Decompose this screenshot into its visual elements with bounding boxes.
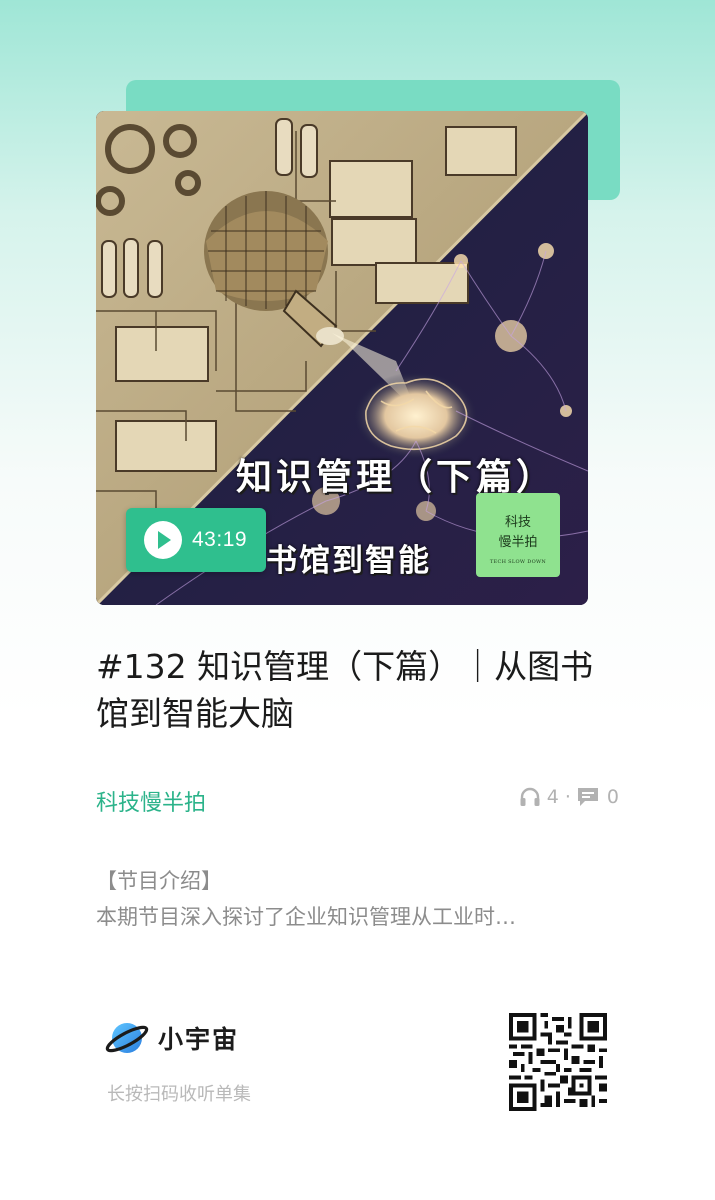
badge-line2: 慢半拍 — [498, 535, 538, 550]
badge-line1: 科技 — [504, 515, 531, 530]
stats-separator: · — [564, 786, 571, 808]
app-logo: 小宇宙 — [104, 1018, 239, 1058]
cover-title-line2: 书馆到智能 — [266, 543, 431, 579]
episode-title: #132 知识管理（下篇）｜从图书馆到智能大脑 — [96, 647, 594, 733]
qr-code[interactable] — [509, 1013, 607, 1111]
scan-hint: 长按扫码收听单集 — [107, 1084, 251, 1105]
episode-cover[interactable]: 知识管理（下篇） 书馆到智能 43:19 科技 慢半拍 TECH SLOW DO… — [96, 111, 588, 605]
intro-body: 本期节目深入探讨了企业知识管理从工业时… — [96, 905, 516, 929]
badge-subtitle: TECH SLOW DOWN — [489, 559, 547, 565]
listen-count: 4 — [546, 786, 559, 808]
play-icon[interactable] — [144, 521, 182, 559]
podcast-badge: 科技 慢半拍 TECH SLOW DOWN — [476, 493, 560, 577]
intro-heading: 【节目介绍】 — [96, 869, 222, 893]
app-name: 小宇宙 — [158, 1025, 240, 1054]
comment-count: 0 — [606, 786, 619, 808]
headphones-icon — [520, 787, 540, 806]
play-button[interactable]: 43:19 — [126, 508, 266, 572]
episode-duration: 43:19 — [192, 528, 248, 551]
planet-logo-icon — [105, 1023, 149, 1053]
podcast-name-link[interactable]: 科技慢半拍 — [96, 785, 206, 817]
episode-stats: 4 · 0 — [519, 786, 619, 808]
comment-icon — [577, 788, 598, 806]
